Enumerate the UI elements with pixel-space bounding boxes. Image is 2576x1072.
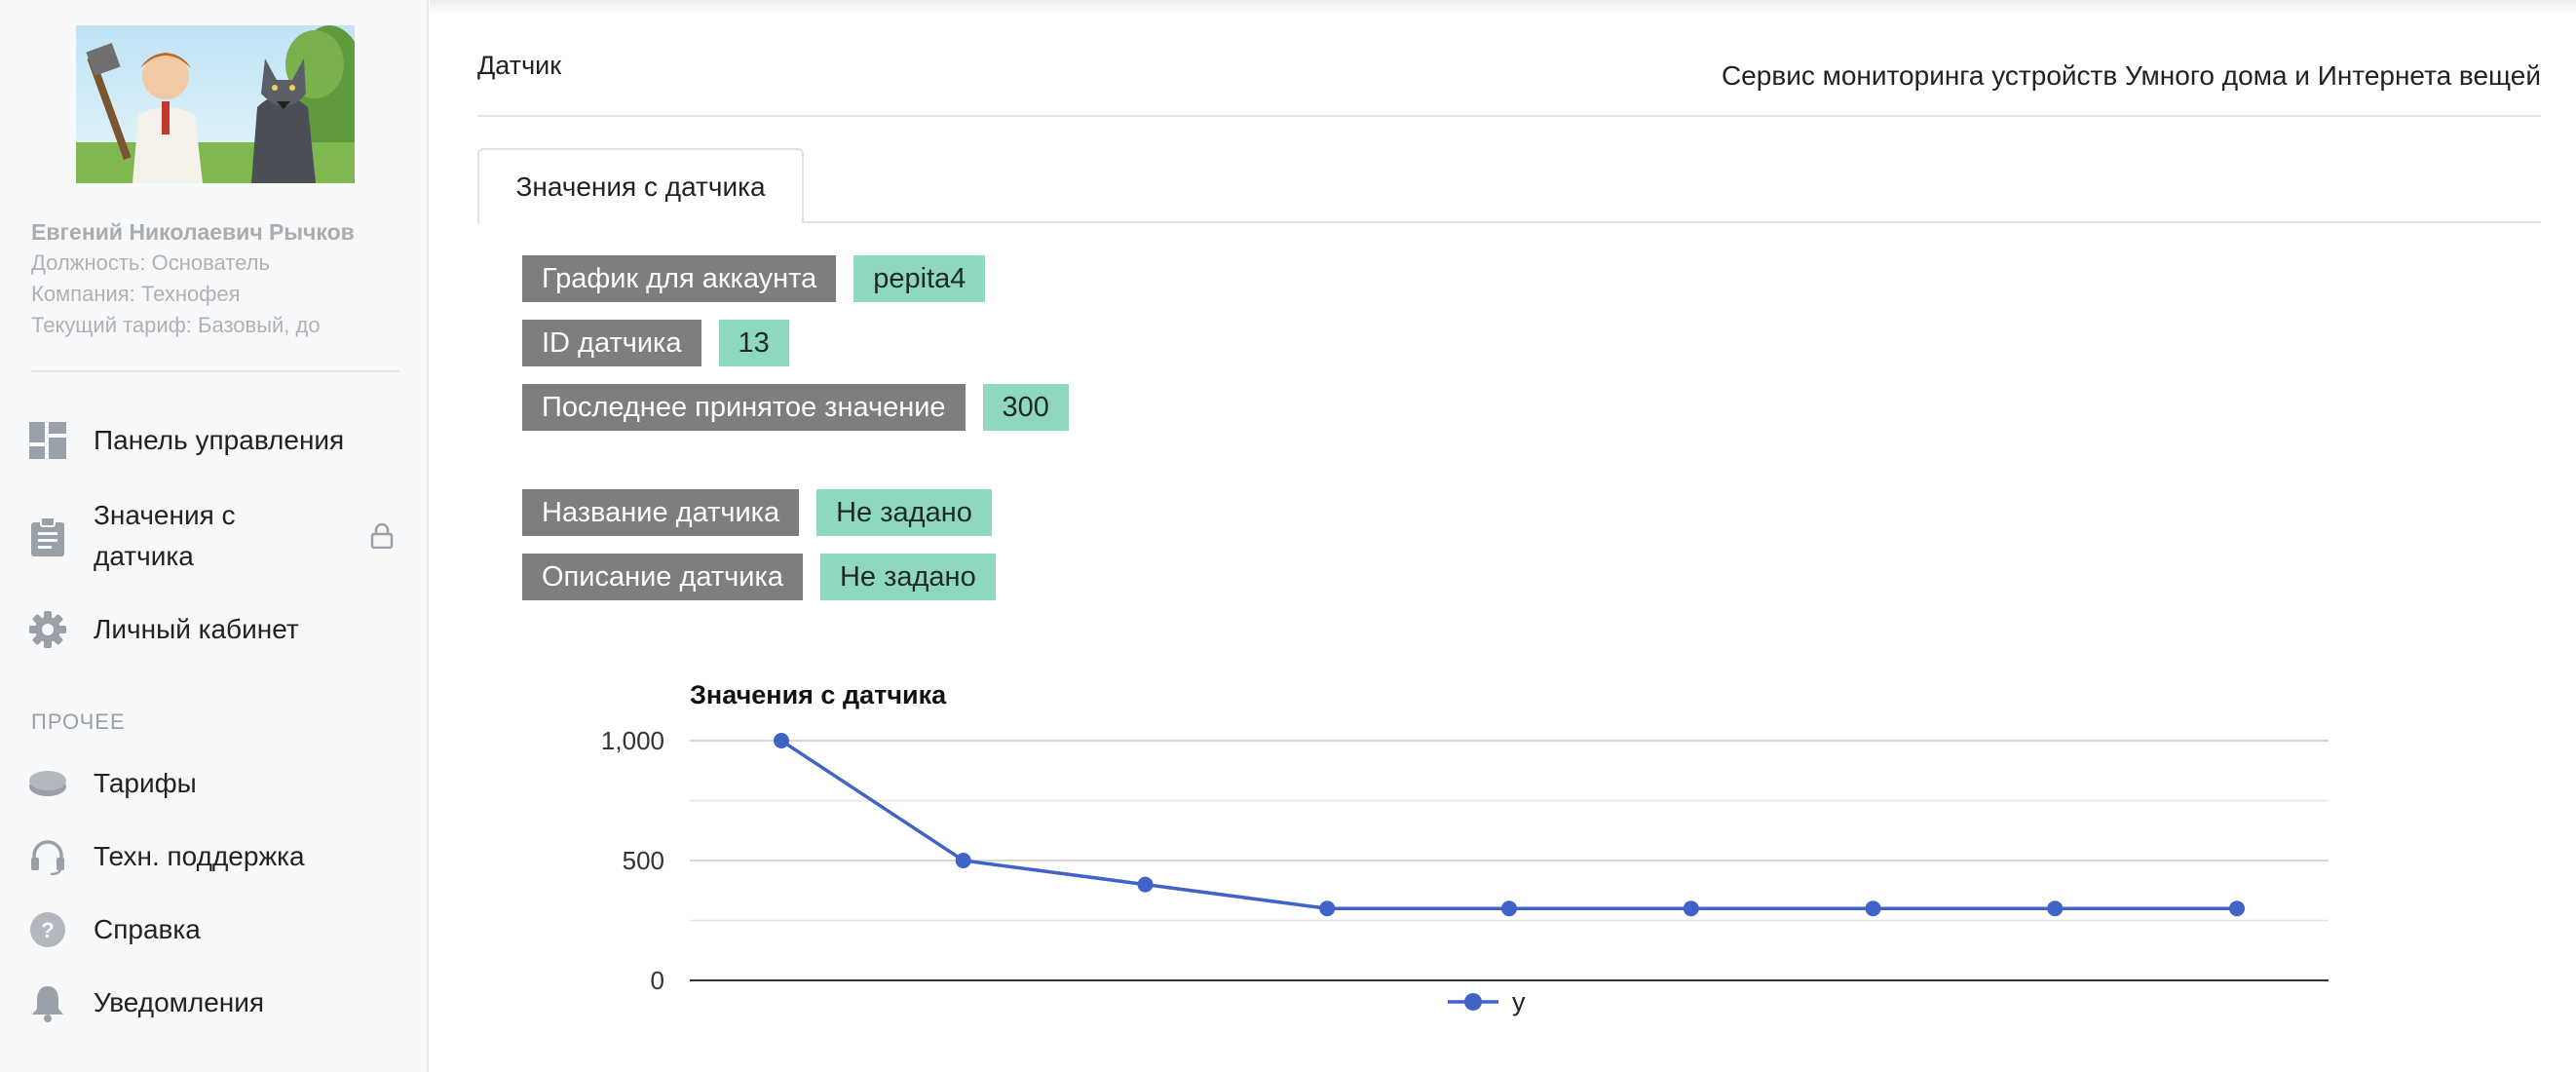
sidebar-item-tariffs[interactable]: Тарифы <box>27 763 407 804</box>
sidebar-item-label: датчика <box>94 541 194 571</box>
tab-sensor-values[interactable]: Значения с датчика <box>477 148 804 223</box>
sidebar-item-dashboard[interactable]: Панель управления <box>27 420 407 461</box>
gear-icon <box>27 609 68 650</box>
y-tick-label: 500 <box>623 846 664 875</box>
chart-title: Значения с датчика <box>690 680 947 709</box>
legend-label: y <box>1512 987 1526 1016</box>
y-tick-label: 0 <box>651 966 664 995</box>
sidebar: Евгений Николаевич Рычков Должность: Осн… <box>0 0 429 1072</box>
info-label: ID датчика <box>522 320 701 366</box>
sensor-values-chart: Значения с датчика 1,000 500 0 y <box>601 680 2329 1016</box>
page-title: Датчик <box>477 51 562 80</box>
data-point <box>1319 900 1336 917</box>
sidebar-item-label: Техн. поддержка <box>94 841 305 871</box>
user-name: Евгений Николаевич Рычков <box>31 219 355 245</box>
sidebar-item-notifications[interactable]: Уведомления <box>27 982 407 1023</box>
info-label: Название датчика <box>522 489 800 536</box>
headset-icon <box>27 836 68 877</box>
info-row-sensor-name: Название датчика Не задано <box>522 489 992 536</box>
help-icon: ? <box>27 909 68 950</box>
info-row-account: График для аккаунта pepita4 <box>522 255 986 302</box>
info-row-sensor-id: ID датчика 13 <box>522 320 789 366</box>
info-value: 300 <box>982 384 1069 431</box>
sidebar-divider <box>31 370 399 372</box>
section-title-other: ПРОЧЕЕ <box>31 709 126 734</box>
bell-icon <box>27 982 68 1023</box>
info-label: График для аккаунта <box>522 255 837 302</box>
sidebar-item-label: Справка <box>94 914 201 944</box>
data-point <box>1137 876 1154 893</box>
data-point <box>1683 900 1699 917</box>
sidebar-item-help[interactable]: ? Справка <box>27 909 407 950</box>
sidebar-item-sensor-values[interactable]: Значения с датчика <box>27 495 407 577</box>
sidebar-item-support[interactable]: Техн. поддержка <box>27 836 407 877</box>
info-value: Не задано <box>819 554 996 600</box>
info-value: 13 <box>718 320 789 366</box>
user-info: Евгений Николаевич Рычков Должность: Осн… <box>31 216 401 341</box>
y-tick-label: 1,000 <box>601 726 664 755</box>
sidebar-item-label: Тарифы <box>94 768 197 798</box>
sidebar-item-account[interactable]: Личный кабинет <box>27 609 407 650</box>
data-point <box>774 733 789 748</box>
coins-icon <box>27 763 68 804</box>
user-position: Должность: Основатель <box>31 250 270 275</box>
header-shadow <box>430 0 2576 14</box>
sidebar-item-label: Уведомления <box>94 987 265 1017</box>
data-point <box>2229 900 2245 917</box>
data-point <box>1501 900 1517 917</box>
info-label: Описание датчика <box>522 554 803 600</box>
info-row-last-value: Последнее принятое значение 300 <box>522 384 1069 431</box>
series-line <box>780 739 2237 910</box>
info-label: Последнее принятое значение <box>522 384 966 431</box>
info-value: pepita4 <box>853 255 986 302</box>
data-point <box>955 853 971 868</box>
data-point <box>1865 900 1881 917</box>
lock-icon <box>370 522 394 554</box>
clipboard-icon <box>27 517 68 557</box>
info-value: Не задано <box>816 489 992 536</box>
legend-marker <box>1464 993 1482 1011</box>
avatar[interactable] <box>76 25 355 183</box>
sidebar-item-label: Значения с <box>94 500 236 530</box>
service-title: Сервис мониторинга устройств Умного дома… <box>1721 60 2541 91</box>
user-company: Компания: Технофея <box>31 282 241 306</box>
info-row-sensor-description: Описание датчика Не задано <box>522 554 996 600</box>
svg-text:?: ? <box>41 918 54 942</box>
sidebar-item-label: Панель управления <box>94 425 345 455</box>
header-divider <box>477 115 2541 117</box>
dashboard-icon <box>27 420 68 461</box>
user-tariff: Текущий тариф: Базовый, до <box>31 313 321 337</box>
sidebar-item-label: Личный кабинет <box>94 614 299 644</box>
data-point <box>2047 900 2064 917</box>
